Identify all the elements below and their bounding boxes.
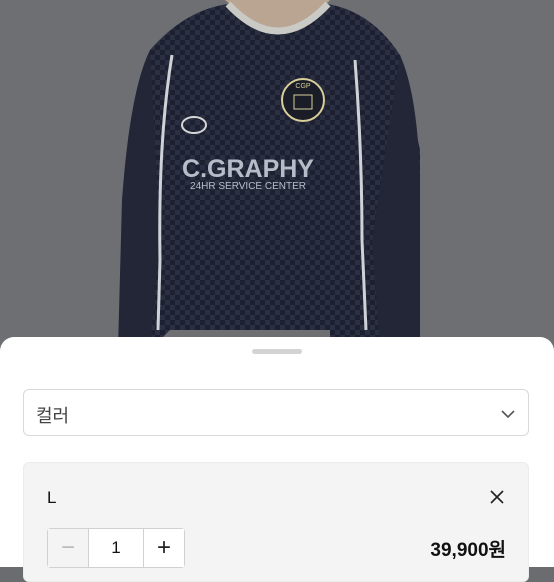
decrease-quantity-button[interactable]: − [48,529,88,567]
chevron-down-icon [500,406,516,427]
increase-quantity-button[interactable]: + [144,529,184,567]
close-icon[interactable] [490,490,504,509]
option-bottom-sheet: 컬러 L − 1 + 39,900원 [0,337,554,582]
selected-option-card: L − 1 + 39,900원 [23,462,529,582]
color-option-select[interactable]: 컬러 [23,389,529,436]
option-price: 39,900원 [430,540,506,561]
quantity-value[interactable]: 1 [88,529,144,567]
svg-text:C.GRAPHY: C.GRAPHY [182,155,314,183]
color-select-placeholder: 컬러 [36,406,70,426]
selected-size-label: L [47,488,57,507]
product-photo: CGP C.GRAPHY 24HR SERVICE CENTER [0,0,554,350]
quantity-stepper: − 1 + [47,528,185,568]
svg-text:CGP: CGP [295,83,311,90]
svg-text:24HR SERVICE CENTER: 24HR SERVICE CENTER [190,181,306,192]
sheet-drag-handle[interactable] [252,349,302,354]
